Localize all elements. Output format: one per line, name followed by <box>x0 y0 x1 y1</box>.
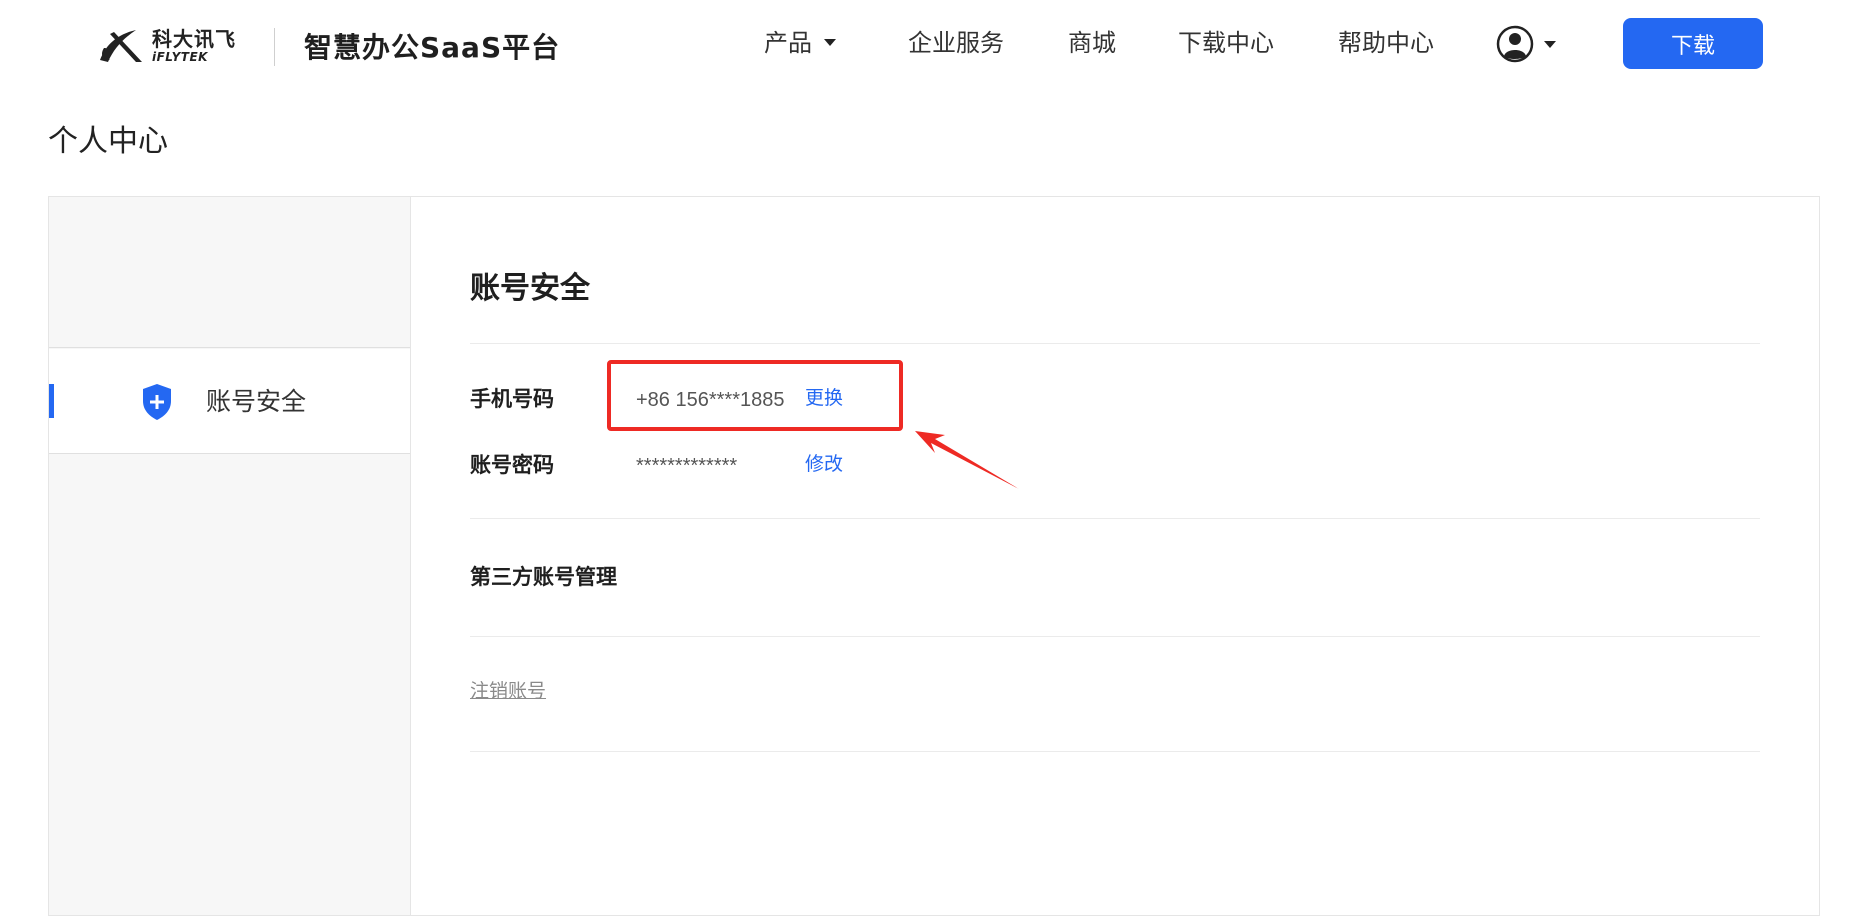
nav-products[interactable]: 产品 <box>764 24 836 64</box>
divider <box>470 518 1760 519</box>
logo-en-text: iFLYTEK <box>152 50 208 64</box>
nav-help-center[interactable]: 帮助中心 <box>1338 24 1434 64</box>
third-party-accounts-title: 第三方账号管理 <box>470 566 617 589</box>
logo-divider <box>274 28 275 66</box>
nav-products-label: 产品 <box>764 30 812 57</box>
sidebar-profile-area <box>49 197 410 348</box>
chevron-down-icon <box>824 39 836 47</box>
nav-download-center[interactable]: 下载中心 <box>1178 24 1274 64</box>
divider <box>470 751 1760 752</box>
active-indicator <box>49 384 54 418</box>
annotation-arrow-icon <box>915 431 1019 489</box>
annotation-highlight-box <box>607 360 903 431</box>
shield-plus-icon <box>143 384 171 420</box>
nav-enterprise-services[interactable]: 企业服务 <box>908 24 1004 64</box>
logo-text: 科大讯飞 iFLYTEK <box>152 28 236 64</box>
nav-mall[interactable]: 商城 <box>1068 24 1116 64</box>
password-value: ************* <box>636 455 738 477</box>
platform-title[interactable]: 智慧办公SaaS平台 <box>304 28 560 68</box>
section-title: 账号安全 <box>470 272 590 305</box>
sidebar: 账号安全 <box>49 197 411 915</box>
iflytek-logo[interactable]: 科大讯飞 iFLYTEK <box>96 26 246 66</box>
user-menu-chevron-down-icon <box>1544 40 1556 48</box>
cancel-account-link[interactable]: 注销账号 <box>470 677 546 707</box>
divider <box>470 636 1760 637</box>
change-password-link[interactable]: 修改 <box>805 450 843 480</box>
download-button[interactable]: 下载 <box>1623 18 1763 69</box>
phone-label: 手机号码 <box>470 388 554 411</box>
user-menu[interactable] <box>1496 24 1556 64</box>
sidebar-item-label: 账号安全 <box>206 388 307 416</box>
account-security-panel: 账号安全 手机号码 +86 156****1885 更换 账号密码 ******… <box>411 197 1820 915</box>
divider <box>470 343 1760 344</box>
sidebar-item-account-security[interactable]: 账号安全 <box>49 349 410 454</box>
user-avatar-icon <box>1496 25 1534 63</box>
personal-center-card: 账号安全 账号安全 手机号码 +86 156****1885 更换 账号密码 *… <box>48 196 1820 916</box>
page-title: 个人中心 <box>48 125 168 158</box>
top-header: 科大讯飞 iFLYTEK 智慧办公SaaS平台 产品 企业服务 商城 下载中心 … <box>0 0 1849 88</box>
password-label: 账号密码 <box>470 454 554 477</box>
logo-cn-text: 科大讯飞 <box>152 27 236 51</box>
iflytek-logo-mark-icon <box>100 30 142 62</box>
